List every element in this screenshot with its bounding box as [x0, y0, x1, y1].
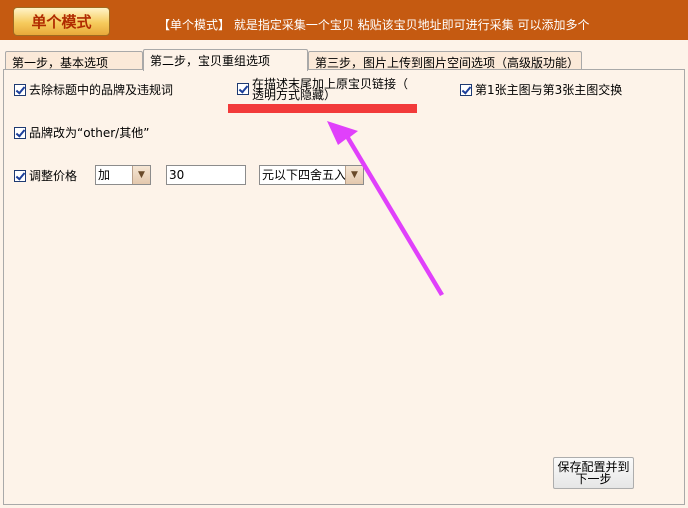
annotation-arrow-icon	[327, 121, 444, 296]
tab-item-reorg-options[interactable]: 第二步，宝贝重组选项	[143, 49, 308, 71]
save-and-next-button[interactable]: 保存配置并到 下一步	[553, 457, 634, 489]
